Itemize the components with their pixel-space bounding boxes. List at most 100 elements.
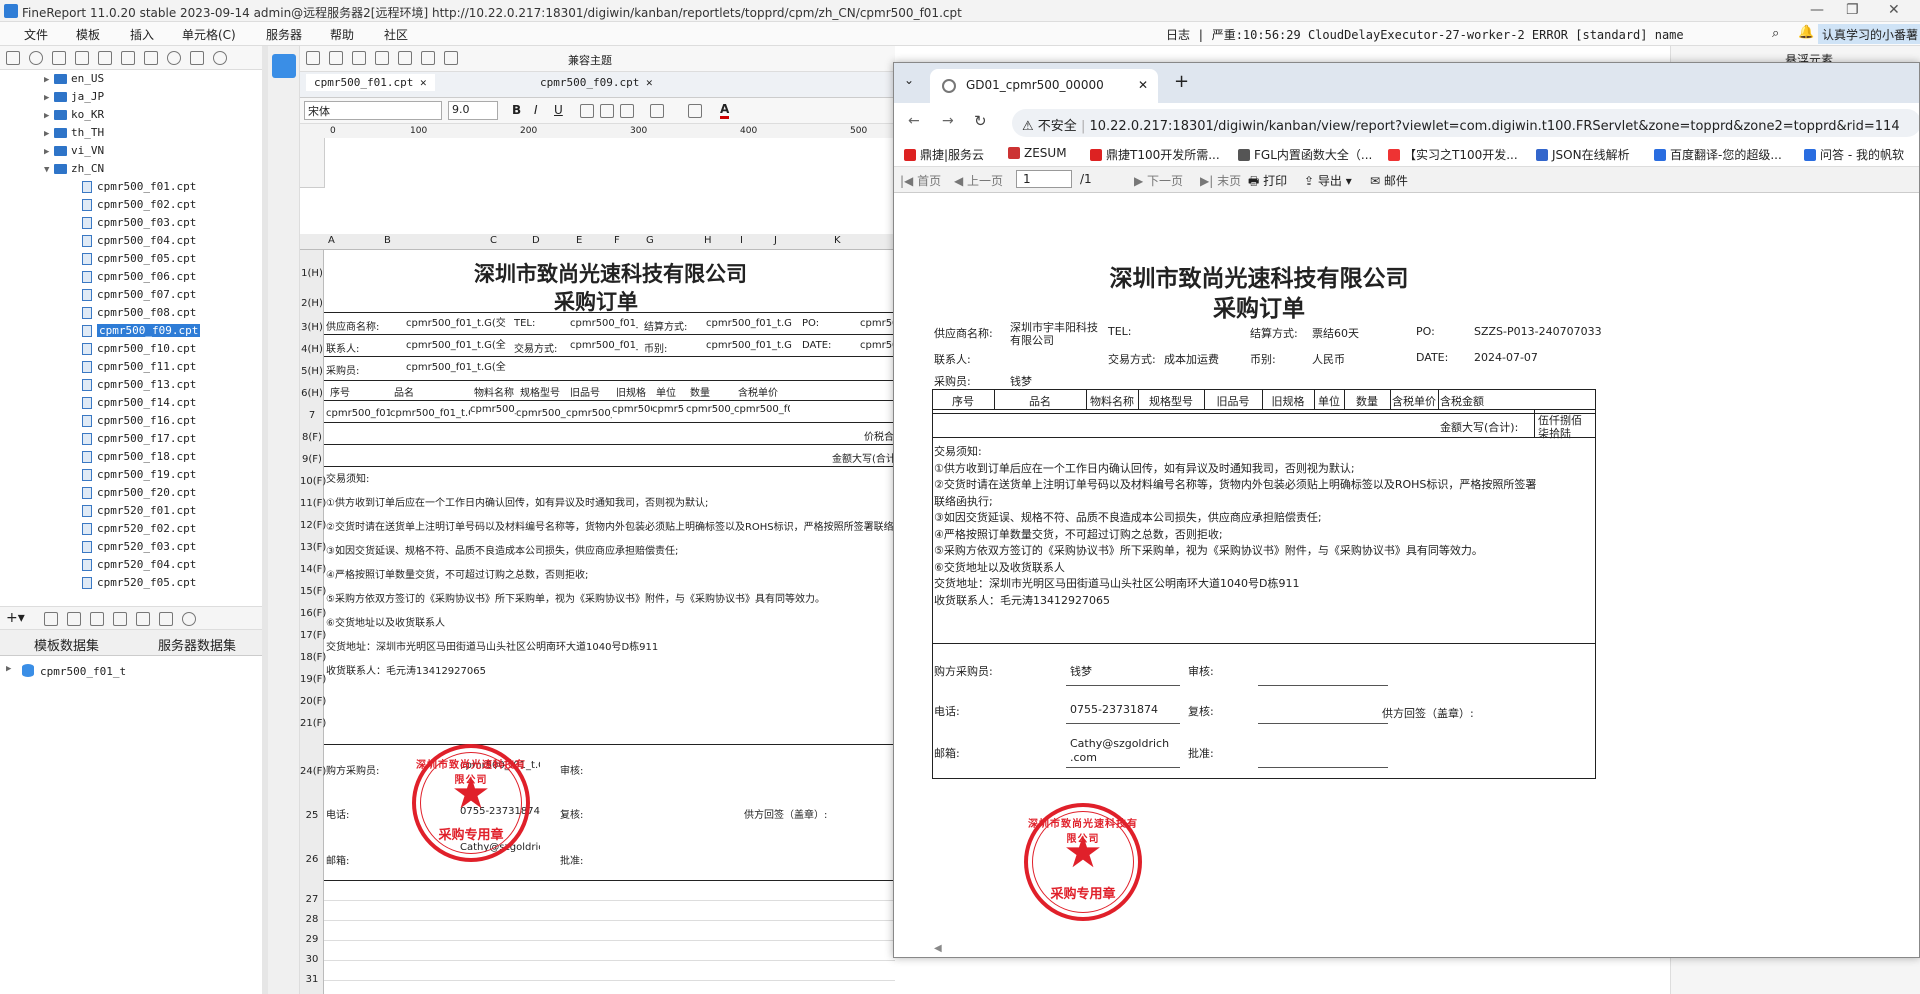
column-label[interactable]: I (740, 235, 743, 246)
save-icon[interactable] (306, 51, 320, 65)
italic-button[interactable]: I (534, 103, 538, 117)
column-label[interactable]: G (646, 235, 654, 246)
align-right-icon[interactable] (620, 104, 634, 118)
tree-folder-en-us[interactable]: ▶ en_US (44, 72, 104, 90)
format-painter-icon[interactable] (444, 51, 458, 65)
copy-cell-icon[interactable] (398, 51, 412, 65)
tree-folder-ko-kr[interactable]: ▶ ko_KR (44, 108, 104, 126)
undo-icon[interactable] (329, 51, 343, 65)
menu-file[interactable]: 文件 (24, 22, 48, 47)
column-label[interactable]: D (532, 235, 540, 246)
column-label[interactable]: J (774, 235, 777, 246)
row-label[interactable]: 13(F) (300, 542, 326, 553)
forward-icon[interactable]: → (942, 113, 954, 129)
align-center-icon[interactable] (600, 104, 614, 118)
bold-button[interactable]: B (512, 103, 521, 117)
tree-file-item[interactable]: cpmr500_f14.cpt (82, 396, 196, 414)
tab-cpmr500-f01[interactable]: cpmr500_f01.cpt ✕ (306, 74, 435, 91)
edit-icon[interactable] (44, 612, 58, 626)
open-icon[interactable] (52, 51, 66, 65)
tree-file-item[interactable]: cpmr500_f06.cpt (82, 270, 196, 288)
row-label[interactable]: 14(F) (300, 564, 326, 575)
font-color-icon[interactable]: A (720, 102, 730, 119)
bell-icon[interactable]: 🔔 (1798, 25, 1814, 40)
column-label[interactable]: K (834, 235, 841, 246)
tree-folder-th-th[interactable]: ▶ th_TH (44, 126, 104, 144)
row-label[interactable]: 12(F) (300, 520, 326, 531)
row-label[interactable]: 17(F) (300, 630, 326, 641)
menu-insert[interactable]: 插入 (130, 22, 154, 47)
redo-icon[interactable] (352, 51, 366, 65)
log-status[interactable]: 日志 | 严重:10:56:29 CloudDelayExecutor-27-w… (1166, 26, 1684, 43)
row-label[interactable]: 8(F) (300, 432, 324, 443)
tree-file-item[interactable]: cpmr520_f02.cpt (82, 522, 196, 540)
url-bar[interactable]: ⚠ 不安全 | 10.22.0.217:18301/digiwin/kanban… (1012, 109, 1919, 137)
bookmark-item[interactable]: ZESUM (1008, 146, 1067, 160)
tree-file-item[interactable]: cpmr520_f05.cpt (82, 576, 196, 594)
tree-file-item[interactable]: cpmr500_f17.cpt (82, 432, 196, 450)
row-label[interactable]: 30 (300, 954, 324, 965)
tree-file-item[interactable]: cpmr500_f02.cpt (82, 198, 196, 216)
tab-close-icon[interactable]: ✕ (1138, 78, 1148, 92)
bookmark-item[interactable]: 百度翻译-您的超级... (1654, 146, 1782, 163)
row-label[interactable]: 7 (300, 410, 324, 421)
column-label[interactable]: C (490, 235, 497, 246)
delete-icon[interactable] (75, 51, 89, 65)
tree-file-item[interactable]: cpmr500_f11.cpt (82, 360, 196, 378)
align-left-icon[interactable] (580, 104, 594, 118)
back-icon[interactable]: ← (908, 113, 920, 129)
new-folder-icon[interactable] (6, 51, 20, 65)
row-label[interactable]: 2(H) (300, 298, 324, 309)
menu-template[interactable]: 模板 (76, 22, 100, 47)
tab-server-dataset[interactable]: 服务器数据集 (158, 635, 236, 654)
next-page-button[interactable]: ▶ 下一页 (1134, 172, 1183, 189)
row-label[interactable]: 29 (300, 934, 324, 945)
tree-file-item[interactable]: cpmr500_f16.cpt (82, 414, 196, 432)
row-label[interactable]: 5(H) (300, 366, 324, 377)
row-label[interactable]: 10(F) (300, 476, 326, 487)
row-label[interactable]: 3(H) (300, 322, 324, 333)
tab-list-icon[interactable]: ⌄ (904, 73, 914, 87)
column-label[interactable]: E (576, 235, 582, 246)
paste-icon[interactable] (113, 612, 127, 626)
page-input[interactable]: 1 (1016, 170, 1072, 188)
underline-button[interactable]: U (554, 103, 563, 117)
row-label[interactable]: 28 (300, 914, 324, 925)
trash-icon[interactable] (121, 51, 135, 65)
print-button[interactable]: 🖶 打印 (1248, 172, 1287, 193)
tab-template-dataset[interactable]: 模板数据集 (34, 635, 99, 654)
tree-file-item[interactable]: cpmr500_f04.cpt (82, 234, 196, 252)
restore-icon[interactable]: ❐ (1846, 2, 1859, 18)
add-dataset-icon[interactable]: +▾ (6, 610, 25, 626)
row-label[interactable]: 15(F) (300, 586, 326, 597)
lock-icon[interactable] (144, 51, 158, 65)
bookmark-item[interactable]: 鼎捷|服务云 (904, 146, 984, 163)
tree-search-icon[interactable] (213, 51, 227, 65)
delete-dataset-icon[interactable] (67, 612, 81, 626)
tree-folder-zh-cn[interactable]: ▼ zh_CN (44, 162, 104, 180)
tree-file-item[interactable]: cpmr500_f19.cpt (82, 468, 196, 486)
tree-file-item[interactable]: cpmr520_f01.cpt (82, 504, 196, 522)
tree-file-item[interactable]: cpmr500_f05.cpt (82, 252, 196, 270)
row-label[interactable]: 9(F) (300, 454, 324, 465)
border-icon[interactable] (650, 104, 664, 118)
refresh-icon[interactable] (29, 51, 43, 65)
paste-cell-icon[interactable] (421, 51, 435, 65)
tab-close-icon[interactable]: ✕ (646, 76, 653, 89)
mail-button[interactable]: ✉ 邮件 (1370, 172, 1408, 189)
last-page-button[interactable]: ▶| 末页 (1200, 172, 1241, 189)
tree-file-item[interactable]: cpmr520_f04.cpt (82, 558, 196, 576)
browser-tab-active[interactable]: GD01_cpmr500_00000 ✕ (930, 69, 1158, 103)
bookmark-item[interactable]: 【实习之T100开发... (1388, 146, 1518, 163)
minimize-icon[interactable]: — (1810, 2, 1824, 18)
new-tab-icon[interactable]: + (1174, 71, 1189, 92)
tree-file-item[interactable]: cpmr500_f03.cpt (82, 216, 196, 234)
row-label[interactable]: 6(H) (300, 388, 324, 399)
row-label[interactable]: 1(H) (300, 268, 324, 279)
column-label[interactable]: A (328, 235, 335, 246)
tree-file-item[interactable]: cpmr500_f13.cpt (82, 378, 196, 396)
tree-file-item[interactable]: cpmr500_f20.cpt (82, 486, 196, 504)
tree-file-item[interactable]: cpmr500_f07.cpt (82, 288, 196, 306)
server-db-icon[interactable] (159, 612, 173, 626)
dataset-search-icon[interactable] (182, 612, 196, 626)
